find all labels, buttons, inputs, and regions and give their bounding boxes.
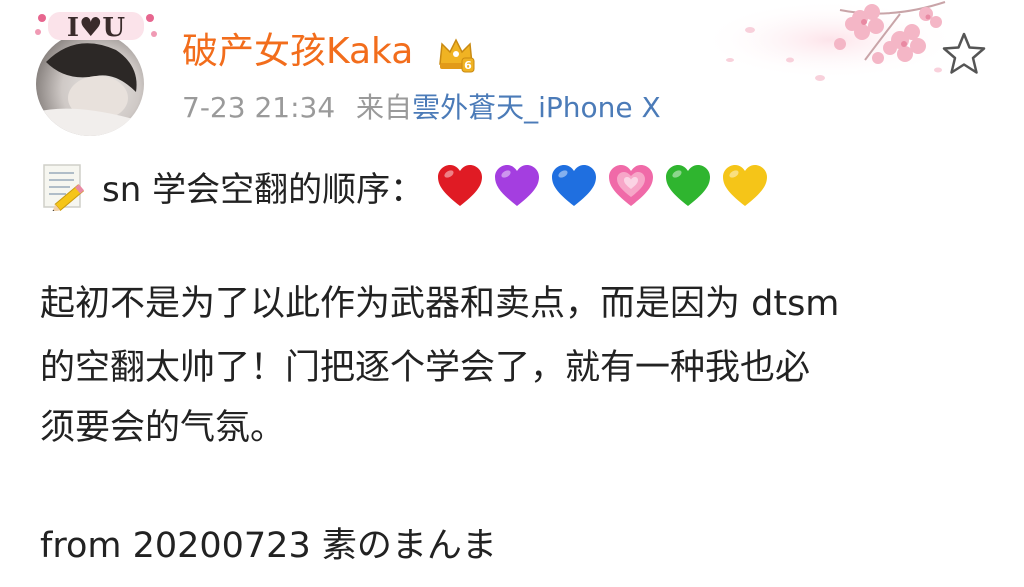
- green-heart-icon: [666, 165, 711, 206]
- post-source-link[interactable]: 雲外蒼天_iPhone X: [412, 91, 661, 124]
- avatar[interactable]: I♥U: [30, 6, 160, 136]
- vip-crown-icon[interactable]: 6: [436, 34, 476, 74]
- avatar-badge-text: I♥U: [67, 13, 125, 43]
- source-prefix: 来自: [356, 91, 413, 124]
- pink-heart-icon: [609, 165, 654, 206]
- red-heart-icon: [438, 165, 483, 206]
- favorite-star-icon[interactable]: [940, 30, 988, 78]
- cherry-blossom-decoration: [700, 0, 950, 81]
- post-timestamp: 7-23 21:34: [182, 91, 336, 124]
- avatar-photo: [36, 32, 144, 136]
- post-body-line-3: 须要会的气氛。: [40, 408, 286, 448]
- post-meta: 7-23 21:34 来自雲外蒼天_iPhone X: [182, 88, 661, 128]
- purple-heart-icon: [495, 165, 540, 206]
- yellow-heart-icon: [723, 165, 768, 206]
- post-body-line-1: 起初不是为了以此作为武器和卖点，而是因为 dtsm: [40, 284, 840, 324]
- post-footer-source: from 20200723 素のまんま: [40, 526, 497, 566]
- post-title-line: sn 学会空翻的顺序：: [40, 160, 778, 212]
- memo-icon: [43, 164, 85, 211]
- i-love-u-badge: I♥U: [35, 12, 157, 43]
- crown-level-text: 6: [464, 59, 472, 72]
- blue-heart-icon: [552, 165, 597, 206]
- post-title: sn 学会空翻的顺序：: [102, 169, 425, 210]
- post-body-line-2: 的空翻太帅了！门把逐个学会了，就有一种我也必: [40, 348, 811, 388]
- username-link[interactable]: 破产女孩Kaka: [182, 30, 413, 74]
- weibo-post-card: I♥U 破产女孩Kaka 6 7-23 21:34 来自雲外蒼天_iPhone …: [0, 0, 1024, 587]
